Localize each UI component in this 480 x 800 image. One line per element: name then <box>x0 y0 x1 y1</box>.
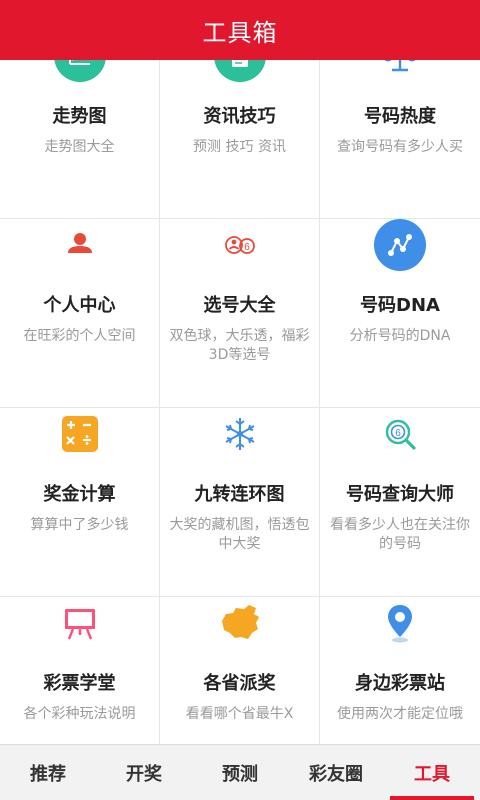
china-map-icon <box>214 597 266 649</box>
tab-recommend[interactable]: 推荐 <box>0 745 96 800</box>
tool-desc: 在旺彩的个人空间 <box>23 328 136 344</box>
tool-province-awards[interactable]: 各省派奖 看看哪个省最牛X <box>160 597 320 744</box>
tool-row: 奖金计算 算算中了多少钱 九转连环图 大奖的藏机图，悟透包中大奖 6 号码查询大… <box>0 408 480 597</box>
tool-number-heat[interactable]: 号码热度 查询号码有多少人买 <box>320 60 480 218</box>
tool-title: 奖金计算 <box>43 484 116 505</box>
tool-row: 彩票学堂 各个彩种玩法说明 各省派奖 看看哪个省最牛X 身边彩票站 使用两次才能… <box>0 597 480 744</box>
tab-label: 预测 <box>222 763 258 785</box>
tool-title: 选号大全 <box>203 295 276 316</box>
tool-row: 个人中心 在旺彩的个人空间 6 选号大全 双色球，大乐透，福彩3D等选号 号码D… <box>0 219 480 408</box>
location-pin-icon <box>374 597 426 649</box>
tool-personal-center[interactable]: 个人中心 在旺彩的个人空间 <box>0 219 160 407</box>
svg-text:6: 6 <box>395 428 401 439</box>
tool-desc: 算算中了多少钱 <box>30 517 129 533</box>
tool-desc: 看看哪个省最牛X <box>185 706 294 722</box>
tab-label: 推荐 <box>30 763 66 785</box>
tool-nearby-lottery-store[interactable]: 身边彩票站 使用两次才能定位哦 <box>320 597 480 744</box>
tool-number-query-master[interactable]: 6 号码查询大师 看看多少人也在关注你的号码 <box>320 408 480 596</box>
tool-title: 号码查询大师 <box>346 484 454 505</box>
tool-desc: 看看多少人也在关注你的号码 <box>330 517 470 552</box>
tab-tools[interactable]: 工具 <box>384 745 480 800</box>
tool-desc: 双色球，大乐透，福彩3D等选号 <box>169 328 310 363</box>
tool-trend-chart[interactable]: 走势图 走势图大全 <box>0 60 160 218</box>
tool-desc: 预测 技巧 资讯 <box>193 139 286 155</box>
easel-icon <box>54 597 106 649</box>
tab-draw-results[interactable]: 开奖 <box>96 745 192 800</box>
tool-news-tips[interactable]: 资讯技巧 预测 技巧 资讯 <box>160 60 320 218</box>
tab-predictions[interactable]: 预测 <box>192 745 288 800</box>
tab-label: 彩友圈 <box>309 763 363 785</box>
dna-icon <box>374 219 426 271</box>
trend-chart-icon <box>53 60 106 82</box>
tool-grid[interactable]: 走势图 走势图大全 资讯技巧 预测 技巧 资讯 号码热度 查询号码有多少人买 个… <box>0 60 480 744</box>
tool-title: 各省派奖 <box>203 673 276 694</box>
magnifier-icon: 6 <box>374 408 426 460</box>
tool-title: 资讯技巧 <box>203 106 276 127</box>
tab-friends-circle[interactable]: 彩友圈 <box>288 745 384 800</box>
tool-title: 个人中心 <box>43 295 116 316</box>
user-icon <box>54 219 106 271</box>
tab-label: 工具 <box>414 763 450 785</box>
tool-nine-chain-chart[interactable]: 九转连环图 大奖的藏机图，悟透包中大奖 <box>160 408 320 596</box>
svg-text:6: 6 <box>244 242 250 253</box>
page-title: 工具箱 <box>202 18 278 47</box>
document-icon <box>213 60 266 82</box>
tool-prize-calculator[interactable]: 奖金计算 算算中了多少钱 <box>0 408 160 596</box>
tool-desc: 走势图大全 <box>44 139 115 155</box>
tool-title: 号码热度 <box>364 106 436 127</box>
tool-desc: 查询号码有多少人买 <box>337 139 463 155</box>
tab-label: 开奖 <box>126 763 162 785</box>
bottom-tab-bar: 推荐 开奖 预测 彩友圈 工具 <box>0 744 480 800</box>
calculator-icon <box>54 408 106 460</box>
snowflake-icon <box>214 408 266 460</box>
tool-number-picker[interactable]: 6 选号大全 双色球，大乐透，福彩3D等选号 <box>160 219 320 407</box>
tool-desc: 分析号码的DNA <box>349 328 451 344</box>
tool-title: 号码DNA <box>360 295 440 316</box>
tool-desc: 大奖的藏机图，悟透包中大奖 <box>169 517 310 552</box>
tool-desc: 使用两次才能定位哦 <box>337 706 463 722</box>
tool-number-dna[interactable]: 号码DNA 分析号码的DNA <box>320 219 480 407</box>
tool-desc: 各个彩种玩法说明 <box>23 706 136 722</box>
number-balls-icon: 6 <box>214 219 266 271</box>
tool-title: 彩票学堂 <box>43 673 116 694</box>
page-header: 工具箱 <box>0 0 480 60</box>
tool-row: 走势图 走势图大全 资讯技巧 预测 技巧 资讯 号码热度 查询号码有多少人买 <box>0 60 480 219</box>
scale-icon <box>374 60 426 82</box>
tool-title: 走势图 <box>52 106 107 127</box>
tool-lottery-school[interactable]: 彩票学堂 各个彩种玩法说明 <box>0 597 160 744</box>
tool-title: 身边彩票站 <box>355 673 445 694</box>
tool-title: 九转连环图 <box>194 484 285 505</box>
